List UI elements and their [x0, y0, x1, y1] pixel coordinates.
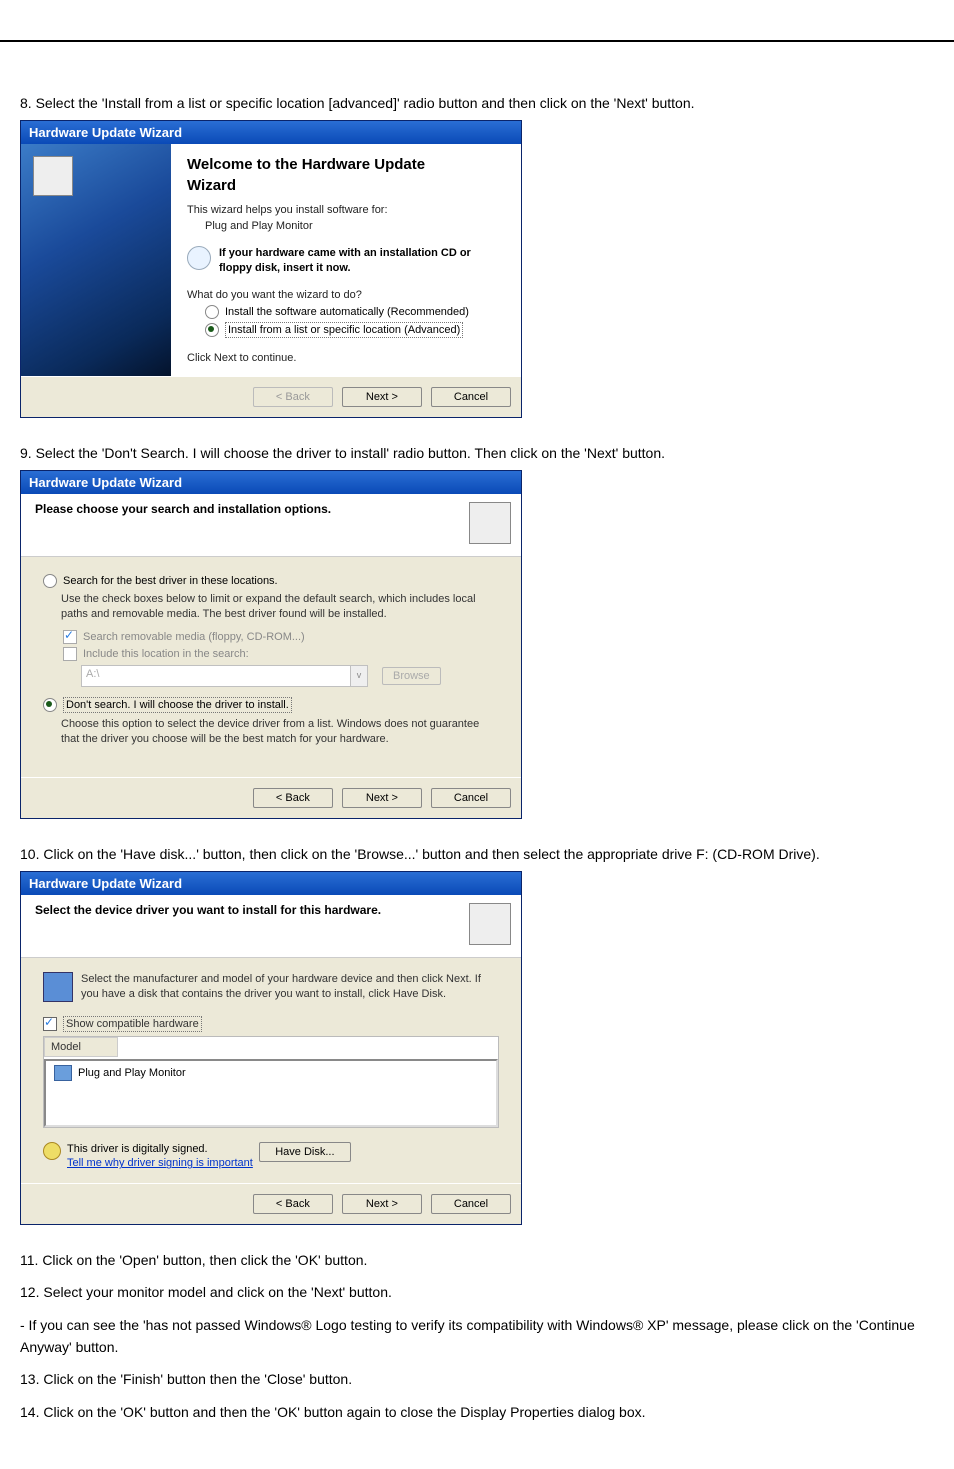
search-sub-text: Use the check boxes below to limit or ex…	[61, 592, 499, 622]
check-removable-media: Search removable media (floppy, CD-ROM..…	[63, 630, 499, 644]
titlebar: Hardware Update Wizard	[21, 872, 521, 895]
info-icon	[187, 246, 211, 270]
radio-icon	[43, 574, 57, 588]
next-button[interactable]: Next >	[342, 788, 422, 808]
checkbox-icon	[63, 630, 77, 644]
radio-auto-install[interactable]: Install the software automatically (Reco…	[205, 305, 505, 319]
driver-list-item[interactable]: Plug and Play Monitor	[50, 1063, 492, 1083]
radio-search-label: Search for the best driver in these loca…	[63, 575, 278, 587]
select-driver-sub: Select the manufacturer and model of you…	[81, 972, 499, 1002]
signed-text: This driver is digitally signed.	[67, 1142, 253, 1156]
dialog-header: Please choose your search and installati…	[35, 502, 331, 516]
radio-search-best[interactable]: Search for the best driver in these loca…	[43, 574, 499, 588]
chip-icon	[469, 903, 511, 945]
step-11: 11. Click on the 'Open' button, then cli…	[20, 1249, 934, 1271]
checkbox-icon	[63, 647, 77, 661]
radio-advanced-install[interactable]: Install from a list or specific location…	[205, 322, 505, 338]
cancel-button[interactable]: Cancel	[431, 1194, 511, 1214]
what-do-text: What do you want the wizard to do?	[187, 289, 505, 301]
device-name: Plug and Play Monitor	[205, 220, 505, 232]
monitor-icon	[54, 1065, 72, 1081]
step-13: 13. Click on the 'Finish' button then th…	[20, 1368, 934, 1390]
back-button: < Back	[253, 387, 333, 407]
step-9: 9. Select the 'Don't Search. I will choo…	[20, 442, 934, 464]
step-12: 12. Select your monitor model and click …	[20, 1281, 934, 1303]
check-include-label: Include this location in the search:	[83, 648, 249, 660]
titlebar: Hardware Update Wizard	[21, 471, 521, 494]
path-input: A:\	[81, 665, 351, 687]
insert-cd-note: If your hardware came with an installati…	[219, 246, 505, 275]
step-10: 10. Click on the 'Have disk...' button, …	[20, 843, 934, 865]
check-show-compatible[interactable]: Show compatible hardware	[43, 1016, 499, 1032]
wizard-search-options-dialog: Hardware Update Wizard Please choose you…	[20, 470, 522, 818]
radio-icon	[205, 305, 219, 319]
browse-button: Browse	[382, 667, 441, 685]
radio-icon	[43, 698, 57, 712]
wizard-select-driver-dialog: Hardware Update Wizard Select the device…	[20, 871, 522, 1225]
check-include-location: Include this location in the search:	[63, 647, 499, 661]
model-column-header: Model	[44, 1037, 118, 1057]
radio-dont-search-label: Don't search. I will choose the driver t…	[63, 697, 292, 713]
radio-dont-search[interactable]: Don't search. I will choose the driver t…	[43, 697, 499, 713]
next-button[interactable]: Next >	[342, 387, 422, 407]
next-button[interactable]: Next >	[342, 1194, 422, 1214]
why-signing-link[interactable]: Tell me why driver signing is important	[67, 1157, 253, 1169]
click-next-text: Click Next to continue.	[187, 352, 505, 364]
have-disk-button[interactable]: Have Disk...	[259, 1142, 351, 1162]
wizard-welcome-dialog: Hardware Update Wizard Welcome to the Ha…	[20, 120, 522, 418]
welcome-heading-1: Welcome to the Hardware Update	[187, 156, 505, 173]
driver-item-label: Plug and Play Monitor	[78, 1067, 186, 1079]
checkbox-icon	[43, 1017, 57, 1031]
back-button[interactable]: < Back	[253, 788, 333, 808]
check-removable-label: Search removable media (floppy, CD-ROM..…	[83, 631, 305, 643]
signed-icon	[43, 1142, 61, 1160]
back-button[interactable]: < Back	[253, 1194, 333, 1214]
titlebar: Hardware Update Wizard	[21, 121, 521, 144]
radio-icon	[205, 323, 219, 337]
chip-icon	[33, 156, 73, 196]
show-compatible-label: Show compatible hardware	[63, 1016, 202, 1032]
dialog-header: Select the device driver you want to ins…	[35, 903, 381, 917]
cancel-button[interactable]: Cancel	[431, 788, 511, 808]
driver-list[interactable]: Model Plug and Play Monitor	[43, 1036, 499, 1128]
radio-auto-label: Install the software automatically (Reco…	[225, 306, 469, 318]
device-icon	[43, 972, 73, 1002]
radio-advanced-label: Install from a list or specific location…	[225, 322, 463, 338]
step-14: 14. Click on the 'OK' button and then th…	[20, 1401, 934, 1423]
chip-icon	[469, 502, 511, 544]
dont-search-sub-text: Choose this option to select the device …	[61, 717, 499, 747]
helps-text: This wizard helps you install software f…	[187, 204, 505, 216]
cancel-button[interactable]: Cancel	[431, 387, 511, 407]
step-12-note: - If you can see the 'has not passed Win…	[20, 1314, 934, 1359]
welcome-heading-2: Wizard	[187, 177, 505, 194]
wizard-sidebar-graphic	[21, 144, 171, 376]
step-8: 8. Select the 'Install from a list or sp…	[20, 92, 934, 114]
path-dropdown-button: v	[351, 665, 368, 687]
